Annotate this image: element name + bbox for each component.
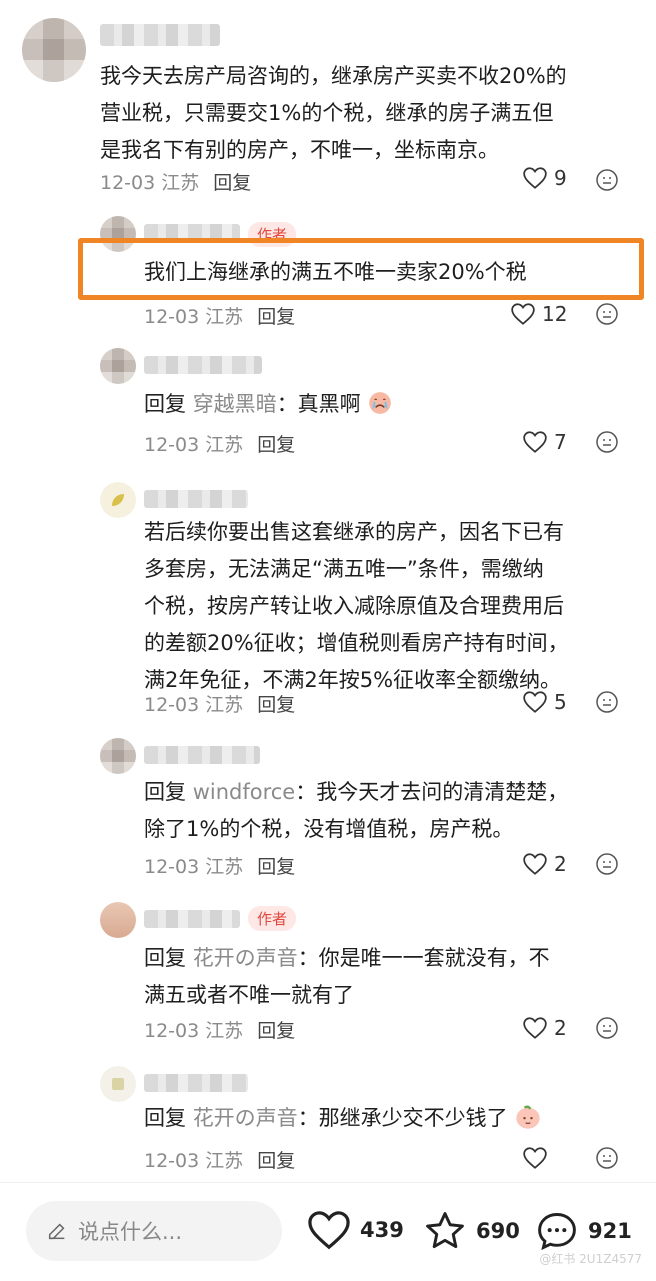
like-button[interactable]: 12 xyxy=(510,302,567,326)
reply-to-name[interactable]: 花开の声音 xyxy=(193,1106,298,1130)
comment-meta: 12-03 江苏 回复 xyxy=(144,856,296,878)
comment-meta: 12-03 江苏 回复 xyxy=(100,172,252,194)
heart-icon xyxy=(523,691,547,713)
comment-text: 回复 穿越黑暗：真黑啊 xyxy=(144,386,393,423)
comments-count-button[interactable]: 921 xyxy=(534,1209,632,1253)
emoji-icon xyxy=(596,1147,618,1169)
like-button[interactable]: 9 xyxy=(522,166,567,190)
heart-icon xyxy=(523,167,547,189)
emoji-react-button[interactable] xyxy=(595,852,619,880)
emoji-react-button[interactable] xyxy=(595,302,619,330)
comment-text: 我今天去房产局咨询的，继承房产买卖不收20%的 营业税，只需要交1%的个税，继承… xyxy=(100,64,567,162)
emoji-react-button[interactable] xyxy=(595,690,619,718)
avatar[interactable] xyxy=(100,738,136,774)
emoji-icon xyxy=(596,303,618,325)
username[interactable] xyxy=(144,1074,248,1092)
pencil-icon xyxy=(48,1223,65,1240)
username[interactable] xyxy=(144,910,240,928)
avatar[interactable] xyxy=(100,482,136,518)
comment-input[interactable]: 说点什么... xyxy=(26,1201,282,1261)
reply-to-name[interactable]: windforce xyxy=(193,780,296,804)
comment-meta: 12-03 江苏 回复 xyxy=(144,306,296,328)
heart-icon xyxy=(523,853,547,875)
comment-text: 回复 花开の声音：那继承少交不少钱了 xyxy=(144,1100,542,1137)
emoji-react-button[interactable] xyxy=(595,168,619,196)
peach-emoji-icon xyxy=(516,1105,541,1129)
emoji-icon xyxy=(596,1017,618,1039)
reply-to-name[interactable]: 花开の声音 xyxy=(193,946,298,970)
emoji-icon xyxy=(596,853,618,875)
emoji-icon xyxy=(596,169,618,191)
comment-meta: 12-03 江苏 回复 xyxy=(144,434,296,456)
comment-text: 若后续你要出售这套继承的房产，因名下已有 多套房，无法满足“满五唯一”条件，需缴… xyxy=(144,520,569,692)
highlight-box xyxy=(78,238,644,300)
emoji-react-button[interactable] xyxy=(595,1016,619,1044)
like-button[interactable]: 5 xyxy=(522,690,567,714)
heart-icon xyxy=(308,1211,350,1250)
avatar[interactable] xyxy=(100,348,136,384)
username[interactable] xyxy=(144,356,262,374)
heart-icon xyxy=(523,431,547,453)
heart-icon xyxy=(523,1017,547,1039)
reply-button[interactable]: 回复 xyxy=(257,694,295,716)
collect-button[interactable]: 690 xyxy=(422,1209,520,1253)
reply-button[interactable]: 回复 xyxy=(257,856,295,878)
heart-icon xyxy=(511,303,535,325)
reply-button[interactable]: 回复 xyxy=(257,1020,295,1042)
avatar[interactable] xyxy=(100,1066,136,1102)
comment-text: 回复 windforce：我今天才去问的清清楚楚， 除了1%的个税，没有增值税，… xyxy=(144,780,569,841)
avatar[interactable] xyxy=(22,18,86,82)
reply-button[interactable]: 回复 xyxy=(257,1150,295,1172)
comment-meta: 12-03 江苏 回复 xyxy=(144,694,296,716)
like-button[interactable]: 7 xyxy=(522,430,567,454)
comment-meta: 12-03 江苏 回复 xyxy=(144,1020,296,1042)
like-button[interactable] xyxy=(522,1146,554,1170)
heart-icon xyxy=(523,1147,547,1169)
comment-bubble-icon xyxy=(538,1213,576,1251)
reply-button[interactable]: 回复 xyxy=(213,172,251,194)
like-post-button[interactable]: 439 xyxy=(306,1209,404,1251)
username[interactable] xyxy=(100,24,220,46)
emoji-icon xyxy=(596,691,618,713)
username[interactable] xyxy=(144,746,260,764)
comment-text: 回复 花开の声音：你是唯一一套就没有，不 满五或者不唯一就有了 xyxy=(144,946,550,1007)
avatar[interactable] xyxy=(100,902,136,938)
like-button[interactable]: 2 xyxy=(522,852,567,876)
emoji-react-button[interactable] xyxy=(595,430,619,458)
reply-button[interactable]: 回复 xyxy=(257,306,295,328)
reply-button[interactable]: 回复 xyxy=(257,434,295,456)
username[interactable] xyxy=(144,490,248,508)
emoji-icon xyxy=(596,431,618,453)
leaf-icon xyxy=(112,494,124,506)
emoji-react-button[interactable] xyxy=(595,1146,619,1174)
crying-emoji-icon xyxy=(369,392,392,414)
comment-meta: 12-03 江苏 回复 xyxy=(144,1150,296,1172)
comment-input-placeholder: 说点什么... xyxy=(78,1220,183,1244)
watermark: @红书 2U1Z4577 xyxy=(539,1252,642,1266)
star-icon xyxy=(426,1212,464,1249)
author-badge: 作者 xyxy=(248,906,297,931)
reply-to-name[interactable]: 穿越黑暗 xyxy=(193,392,277,416)
like-button[interactable]: 2 xyxy=(522,1016,567,1040)
